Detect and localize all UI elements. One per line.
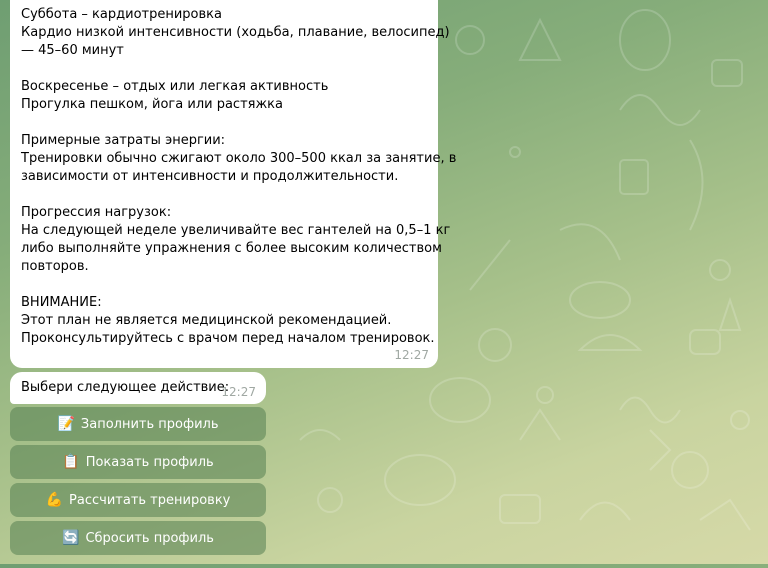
reset-profile-button[interactable]: 🔄 Сбросить профиль [10, 521, 266, 555]
message-spacer [21, 186, 426, 204]
clipboard-icon: 📋 [62, 454, 80, 470]
message-line: На следующей неделе увеличивайте вес ган… [21, 223, 451, 238]
message-spacer [21, 276, 426, 294]
bot-message-workout-plan: Суббота – кардиотренировка Кардио низкой… [10, 0, 457, 368]
button-label: Показать профиль [85, 454, 214, 470]
message-timestamp: 12:27 [394, 348, 429, 362]
message-line: повторов. [21, 259, 89, 274]
flexed-biceps-icon: 💪 [45, 492, 64, 508]
message-spacer [21, 114, 426, 132]
message-line: зависимости от интенсивности и продолжит… [21, 169, 399, 184]
message-line: — 45–60 минут [21, 43, 124, 58]
message-line: Кардио низкой интенсивности (ходьба, пла… [21, 25, 450, 40]
message-line: ВНИМАНИЕ: [21, 295, 102, 310]
button-label: Заполнить профиль [80, 416, 219, 432]
message-line: Прогрессия нагрузок: [21, 205, 172, 220]
message-line: Тренировки обычно сжигают около 300–500 … [21, 151, 457, 166]
message-spacer [21, 60, 426, 78]
prompt-text: Выбери следующее действие: [21, 380, 230, 395]
refresh-icon: 🔄 [62, 530, 80, 546]
message-line: Суббота – кардиотренировка [21, 7, 222, 22]
message-line: Прогулка пешком, йога или растяжка [21, 97, 283, 112]
message-line: либо выполняйте упражнения с более высок… [21, 241, 442, 256]
fill-profile-button[interactable]: 📝 Заполнить профиль [10, 407, 266, 441]
message-line: Этот план не является медицинской рекоме… [21, 313, 392, 328]
memo-icon: 📝 [57, 416, 75, 432]
calculate-workout-button[interactable]: 💪 Рассчитать тренировку [10, 483, 266, 517]
message-line: Примерные затраты энергии: [21, 133, 226, 148]
bot-message-prompt: Выбери следующее действие: 12:27 [10, 372, 266, 404]
button-label: Сбросить профиль [85, 530, 214, 546]
show-profile-button[interactable]: 📋 Показать профиль [10, 445, 266, 479]
message-line: Воскресенье – отдых или легкая активност… [21, 79, 329, 94]
message-timestamp: 12:27 [221, 385, 256, 399]
button-label: Рассчитать тренировку [69, 492, 231, 508]
message-line: Проконсультируйтесь с врачом перед начал… [21, 331, 435, 346]
inline-keyboard: 📝 Заполнить профиль 📋 Показать профиль 💪… [10, 407, 266, 559]
